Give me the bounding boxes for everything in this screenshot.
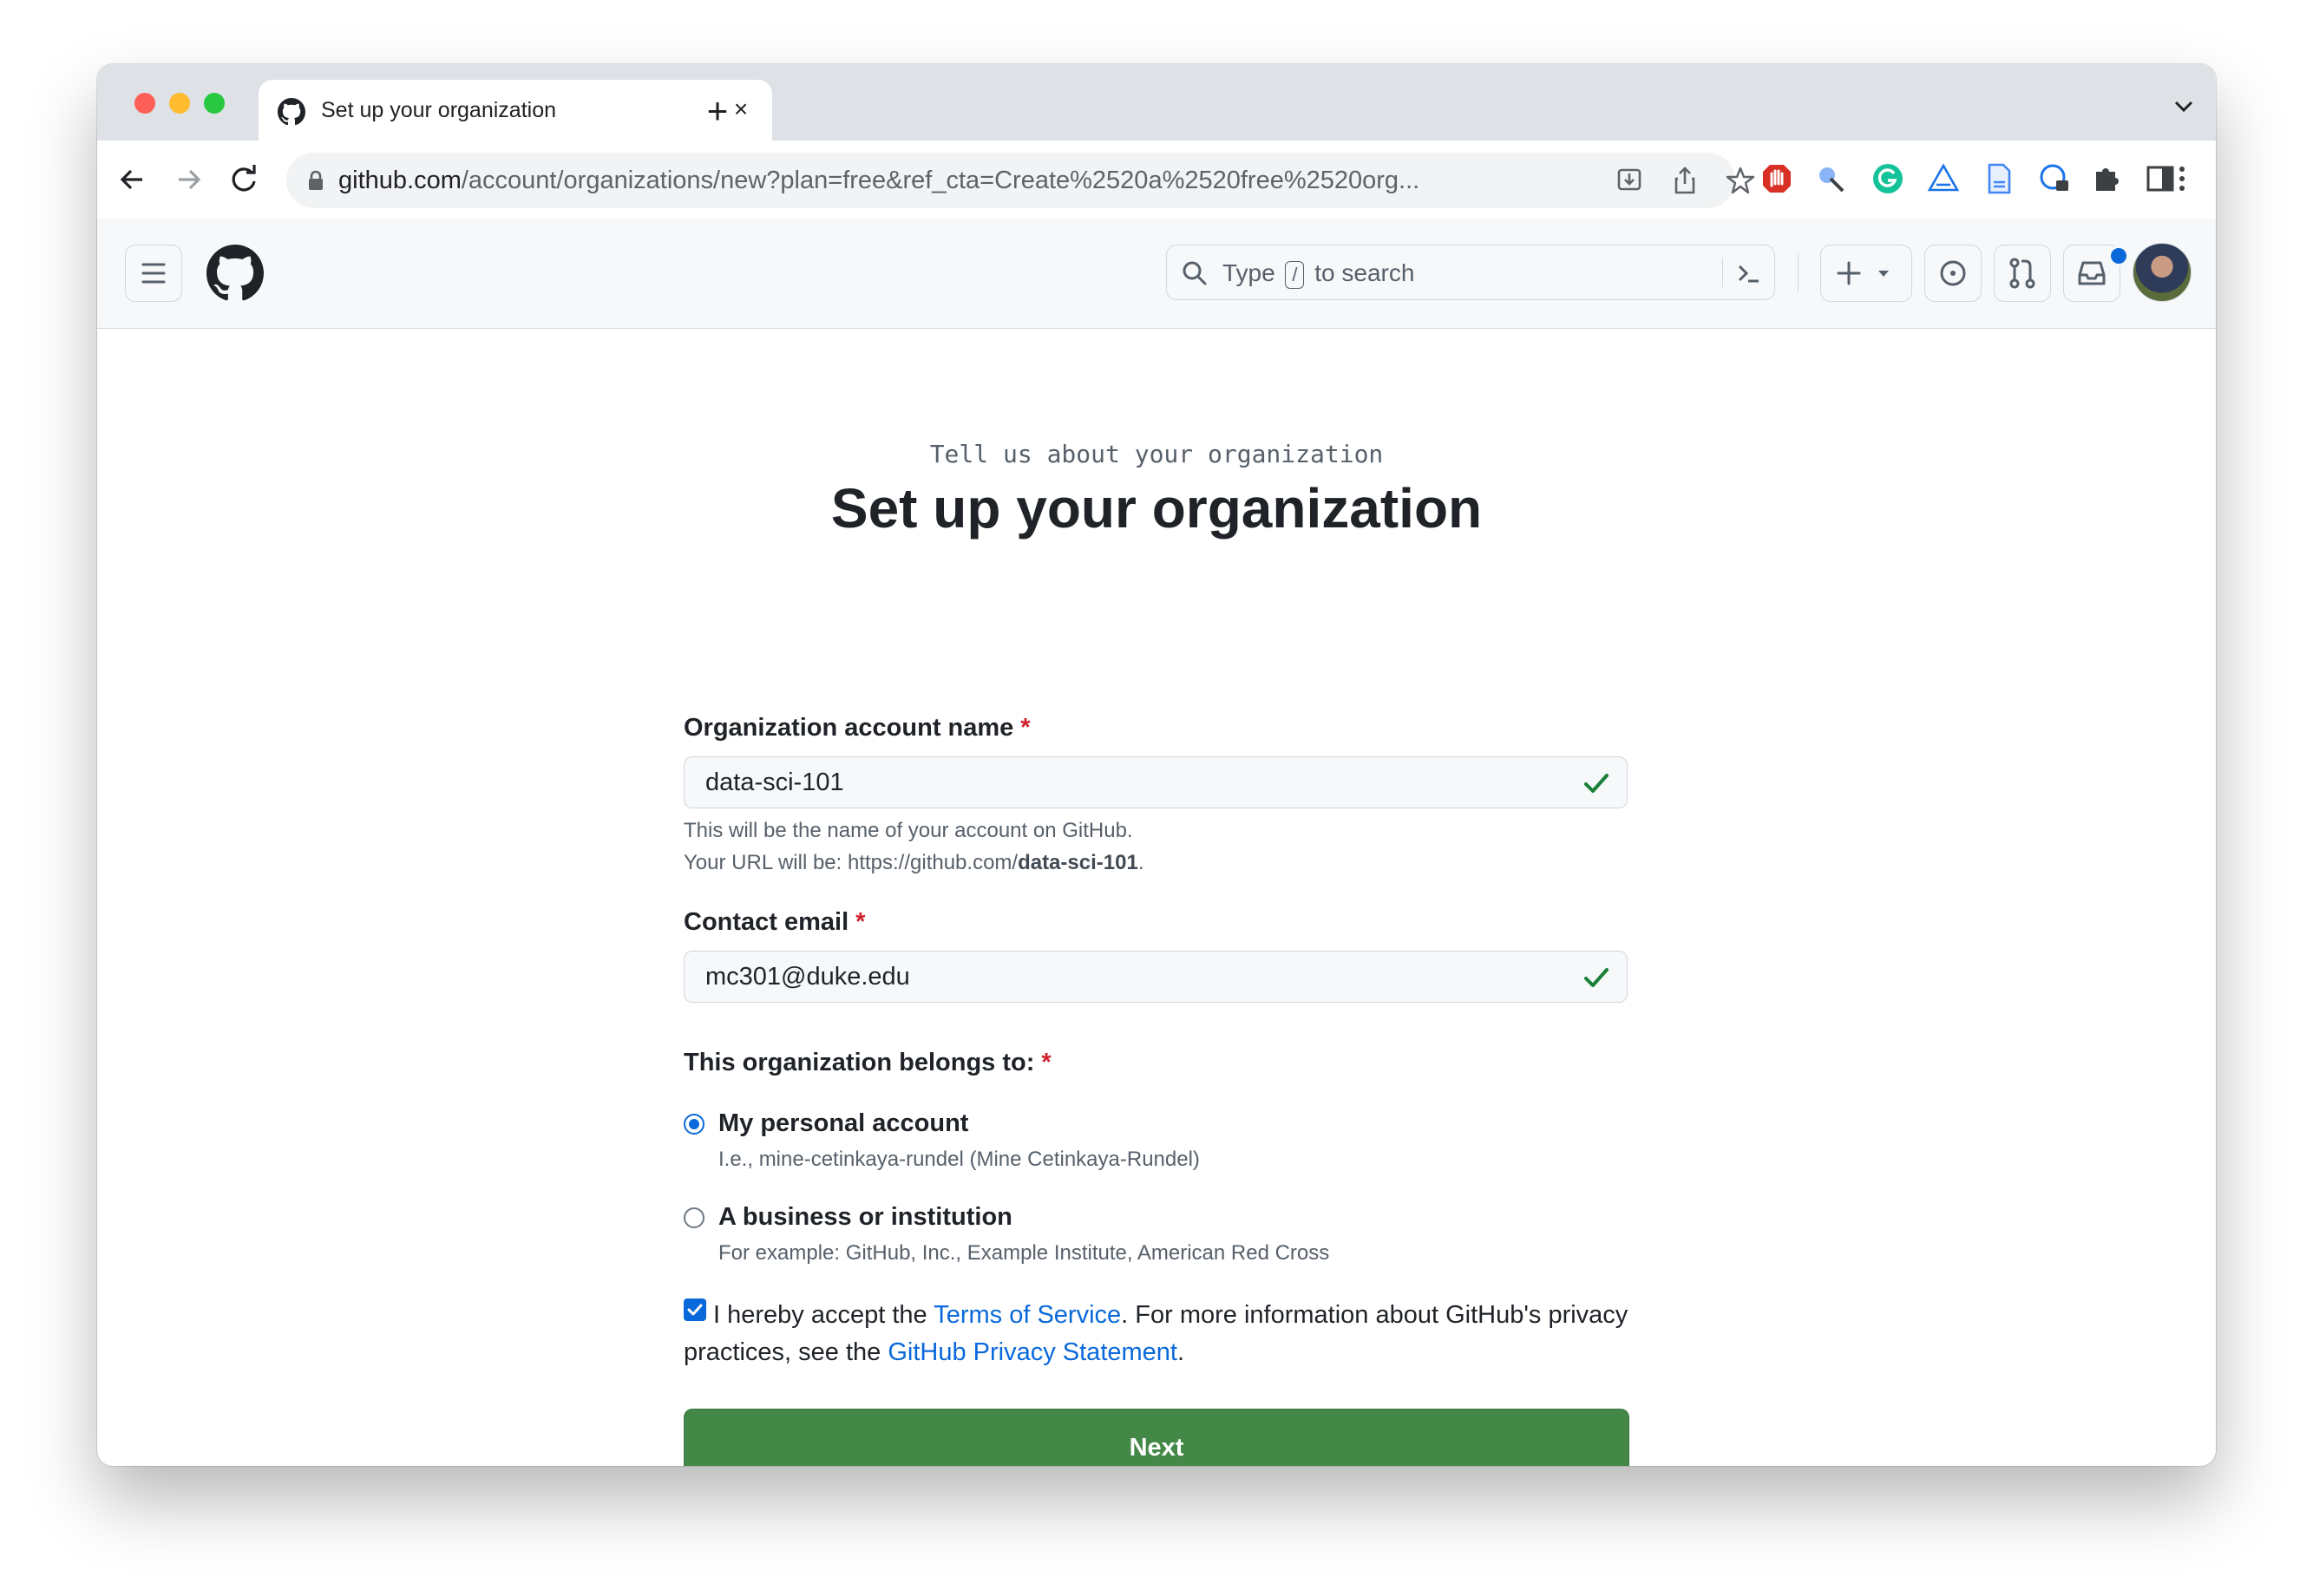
hamburger-icon [141,263,166,284]
tab-title: Set up your organization [321,98,557,122]
github-logo-icon[interactable] [206,245,264,302]
issues-button[interactable] [1924,245,1982,302]
new-tab-button[interactable]: + [696,89,739,133]
email-value[interactable]: mc301@duke.edu [705,963,910,991]
reload-icon[interactable] [224,160,264,200]
issues-icon [1940,260,1966,286]
lock-icon[interactable] [307,170,324,191]
share-icon[interactable] [1669,165,1700,196]
page-title: Set up your organization [830,477,1483,540]
business-label[interactable]: A business or institution [718,1203,1012,1232]
org-name-label: Organization account name * [684,714,1031,742]
url-text[interactable]: github.com/account/organizations/new?pla… [338,167,1419,195]
check-icon [1584,774,1609,793]
avatar[interactable] [2133,243,2192,302]
org-url-help: Your URL will be: https://github.com/dat… [684,851,1144,874]
minimize-window-button[interactable] [169,93,190,114]
search-icon [1183,261,1207,285]
header-divider [1798,253,1799,291]
search-placeholder: Type / to search [1222,259,1414,289]
tab-strip: Set up your organization × + [97,64,2216,141]
adblock-extension-icon[interactable] [1759,161,1794,196]
forward-arrow-icon[interactable] [168,160,208,200]
menu-button[interactable] [125,245,182,302]
email-label: Contact email * [684,908,866,936]
close-window-button[interactable] [134,93,155,114]
bookmark-star-icon[interactable] [1725,165,1756,196]
business-note: For example: GitHub, Inc., Example Insti… [718,1241,1330,1265]
eyedropper-extension-icon[interactable] [1815,161,1850,196]
document-extension-icon[interactable] [1982,161,2016,196]
search-divider [1722,258,1723,287]
terms-of-service-link[interactable]: Terms of Service [934,1301,1121,1329]
main-content: Tell us about your organization Set up y… [97,329,2216,1466]
required-mark: * [1041,1049,1052,1076]
pull-request-icon [2009,258,2035,289]
command-palette-icon[interactable] [1733,258,1764,289]
maximize-window-button[interactable] [204,93,225,114]
extensions-puzzle-icon[interactable] [2089,161,2124,196]
org-name-field[interactable]: data-sci-101 [684,756,1628,808]
chrome-menu-icon[interactable] [2169,161,2195,196]
org-name-help: This will be the name of your account on… [684,819,1133,842]
privacy-statement-link[interactable]: GitHub Privacy Statement [888,1338,1177,1366]
github-header: Type / to search [97,219,2216,329]
github-favicon-icon [278,98,305,126]
required-mark: * [855,908,866,936]
notification-indicator [2108,245,2129,266]
drive-extension-icon[interactable] [1926,161,1961,196]
personal-account-radio[interactable] [684,1114,704,1135]
plus-icon [1837,261,1889,285]
personal-account-note: I.e., mine-cetinkaya-rundel (Mine Cetink… [718,1148,1200,1171]
search-input[interactable]: Type / to search [1166,245,1775,300]
address-bar[interactable]: github.com/account/organizations/new?pla… [286,153,1755,208]
check-icon [1584,968,1609,987]
org-name-value[interactable]: data-sci-101 [705,769,844,797]
password-manager-extension-icon[interactable] [2037,161,2072,196]
create-new-button[interactable] [1820,245,1912,302]
personal-account-label[interactable]: My personal account [718,1109,968,1138]
required-mark: * [1020,714,1031,742]
page-subtitle: Tell us about your organization [929,440,1384,468]
next-button[interactable]: Next [684,1409,1629,1466]
install-app-icon[interactable] [1614,165,1645,196]
grammarly-extension-icon[interactable] [1871,161,1905,196]
chevron-down-icon[interactable] [2171,95,2197,116]
browser-toolbar: github.com/account/organizations/new?pla… [97,141,2216,219]
belongs-to-label: This organization belongs to: * [684,1049,1052,1076]
pull-requests-button[interactable] [1994,245,2051,302]
back-arrow-icon[interactable] [113,160,153,200]
business-radio[interactable] [684,1207,704,1228]
terms-text: I hereby accept the Terms of Service. Fo… [684,1301,1628,1366]
email-field[interactable]: mc301@duke.edu [684,951,1628,1003]
browser-window: Set up your organization × + github.com/… [97,64,2216,1466]
